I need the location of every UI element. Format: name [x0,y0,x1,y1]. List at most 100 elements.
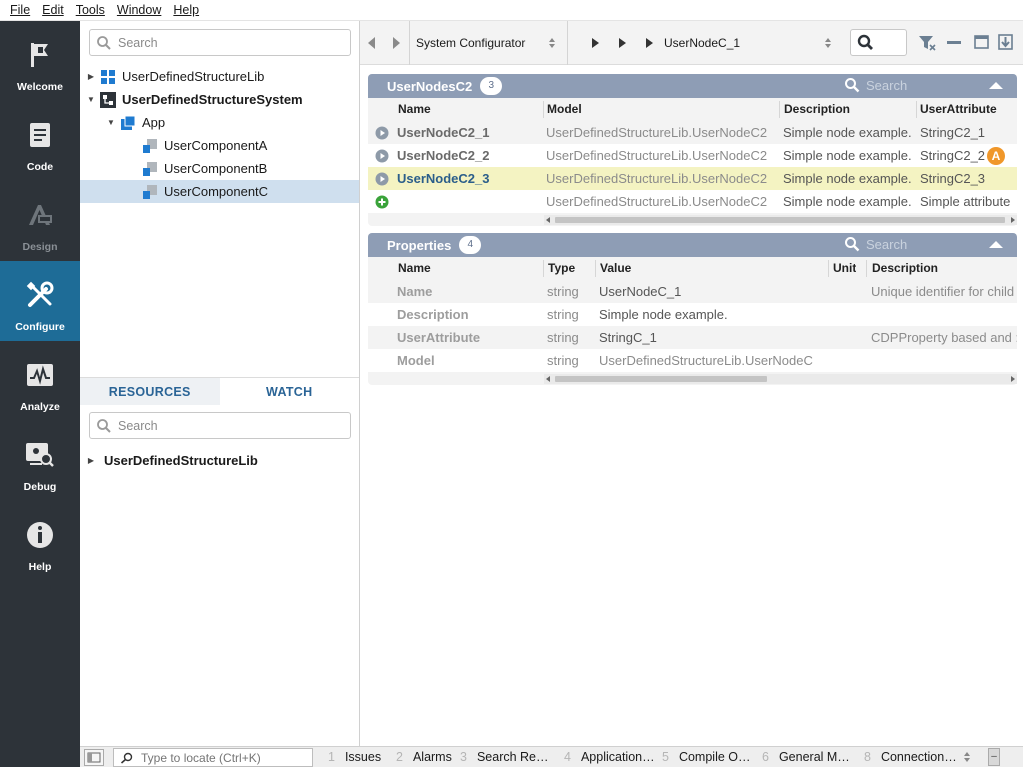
prop-value[interactable]: UserNodeC_1 [599,280,825,303]
table-row[interactable]: UserNodeC2_1 UserDefinedStructureLib.Use… [368,121,1017,144]
prop-value[interactable]: Simple node example. [599,303,825,326]
table-row[interactable]: Model string UserDefinedStructureLib.Use… [368,349,1017,372]
alarm-badge-icon[interactable]: A [987,147,1005,165]
table-row[interactable]: Description string Simple node example. [368,303,1017,326]
toggle-sidebar-button[interactable] [84,749,104,766]
menu-help[interactable]: Help [167,0,205,21]
collapse-caret-icon[interactable]: ▼ [86,95,96,104]
resources-search-input[interactable] [118,418,318,433]
horizontal-scrollbar[interactable] [544,215,1017,225]
tab-watch[interactable]: WATCH [219,378,359,405]
play-node-icon[interactable] [375,149,389,163]
output-tab-alarms[interactable]: 2 Alarms [396,747,452,767]
menu-window[interactable]: Window [111,0,167,21]
minimize-icon[interactable] [947,41,961,45]
count-badge: 4 [459,236,482,254]
add-icon[interactable] [375,195,389,209]
column-header-description[interactable]: Description [784,98,850,121]
prop-name: UserAttribute [397,330,481,345]
menu-edit[interactable]: Edit [36,0,70,21]
back-button[interactable] [368,37,376,49]
expand-caret-icon[interactable]: ▶ [86,456,96,465]
locate-box[interactable] [113,748,313,767]
expand-caret-icon[interactable]: ▶ [86,72,96,81]
resources-search[interactable] [89,412,351,439]
add-row[interactable]: UserDefinedStructureLib.UserNodeC2 Simpl… [368,190,1017,213]
output-tab-compile-output[interactable]: 5 Compile O… [662,747,751,767]
collapse-section-icon[interactable] [989,241,1003,248]
locate-input[interactable] [141,750,311,765]
search-icon [97,35,111,50]
output-tab-search-results[interactable]: 3 Search Re… [460,747,549,767]
prop-type: string [547,307,579,322]
table-row[interactable]: UserAttribute string StringC_1 CDPProper… [368,326,1017,349]
tree-item-label: UserComponentB [164,161,268,176]
column-header-name[interactable]: Name [398,257,431,280]
forward-button[interactable] [392,37,400,49]
application-icon [120,115,136,131]
play-node-icon[interactable] [375,126,389,140]
nav-configure[interactable]: Configure [0,261,80,341]
tree-item-usercomponentc[interactable]: UserComponentC [80,180,359,203]
context-select[interactable]: System Configurator [416,21,562,65]
tab-resources[interactable]: RESOURCES [80,378,220,405]
tree-item-app[interactable]: ▼ App [80,111,359,134]
breadcrumb-arrow-icon[interactable] [619,38,626,48]
tree-item-usercomponentb[interactable]: UserComponentB [80,157,359,180]
column-header-type[interactable]: Type [548,257,575,280]
maximize-icon[interactable] [974,35,989,49]
tree-item-userdefinedstructuresystem[interactable]: ▼ UserDefinedStructureSystem [80,88,359,111]
pin-download-icon[interactable] [998,34,1013,50]
resource-item-userdefinedstructurelib[interactable]: ▶ UserDefinedStructureLib [80,449,359,472]
nav-code[interactable]: Code [0,101,80,181]
table-row-selected[interactable]: UserNodeC2_3 UserDefinedStructureLib.Use… [368,167,1017,190]
nav-welcome[interactable]: Welcome [0,21,80,101]
section-search[interactable]: Search [844,236,907,252]
section-title: Properties [387,237,452,253]
prop-description [871,349,1017,372]
breadcrumb-arrow-icon[interactable] [646,38,653,48]
column-header-userattribute[interactable]: UserAttribute [920,98,997,121]
play-node-icon[interactable] [375,172,389,186]
nav-help[interactable]: Help [0,501,80,581]
output-tab-connection[interactable]: 8 Connection… [864,747,957,767]
row-description: Simple node example. [783,148,912,163]
collapse-section-icon[interactable] [989,82,1003,89]
output-tabs-chevron-icon[interactable] [963,751,971,766]
tree-search-input[interactable] [118,35,318,50]
prop-value[interactable]: StringC_1 [599,326,825,349]
filter-icon[interactable] [918,35,936,51]
column-header-name[interactable]: Name [398,98,431,121]
output-tab-general-messages[interactable]: 6 General M… [762,747,850,767]
tree-item-usercomponenta[interactable]: UserComponentA [80,134,359,157]
prop-value[interactable]: UserDefinedStructureLib.UserNodeC [599,349,825,372]
collapse-output-button[interactable]: – [988,748,1000,766]
horizontal-scrollbar[interactable] [544,374,1017,384]
output-tab-application[interactable]: 4 Application… [564,747,655,767]
column-header-model[interactable]: Model [547,98,582,121]
tree-item-userdefinedstructurelib[interactable]: ▶ UserDefinedStructureLib [80,65,359,88]
breadcrumb-arrow-icon[interactable] [592,38,599,48]
toolbar-search-box[interactable] [850,29,907,56]
column-header-description[interactable]: Description [872,257,938,280]
section-search-placeholder: Search [866,77,908,93]
nav-label: Analyze [20,401,60,413]
nav-design[interactable]: Design [0,181,80,261]
table-row[interactable]: UserNodeC2_2 UserDefinedStructureLib.Use… [368,144,1017,167]
section-search[interactable]: Search [844,77,907,93]
output-tab-issues[interactable]: 1 Issues [328,747,381,767]
nav-debug[interactable]: Debug [0,421,80,501]
tree-item-label: UserDefinedStructureLib [104,453,258,468]
menu-file[interactable]: File [4,0,36,21]
menu-tools[interactable]: Tools [70,0,111,21]
updown-chevron-icon [549,38,555,48]
collapse-caret-icon[interactable]: ▼ [106,118,116,127]
nav-analyze[interactable]: Analyze [0,341,80,421]
tree-search[interactable] [89,29,351,56]
table-row[interactable]: Name string UserNodeC_1 Unique identifie… [368,280,1017,303]
breadcrumb-current[interactable]: UserNodeC_1 [664,21,832,65]
tree-item-label: App [142,115,166,130]
column-header-value[interactable]: Value [600,257,631,280]
column-header-unit[interactable]: Unit [833,257,856,280]
section-title: UserNodesC2 [387,78,473,94]
